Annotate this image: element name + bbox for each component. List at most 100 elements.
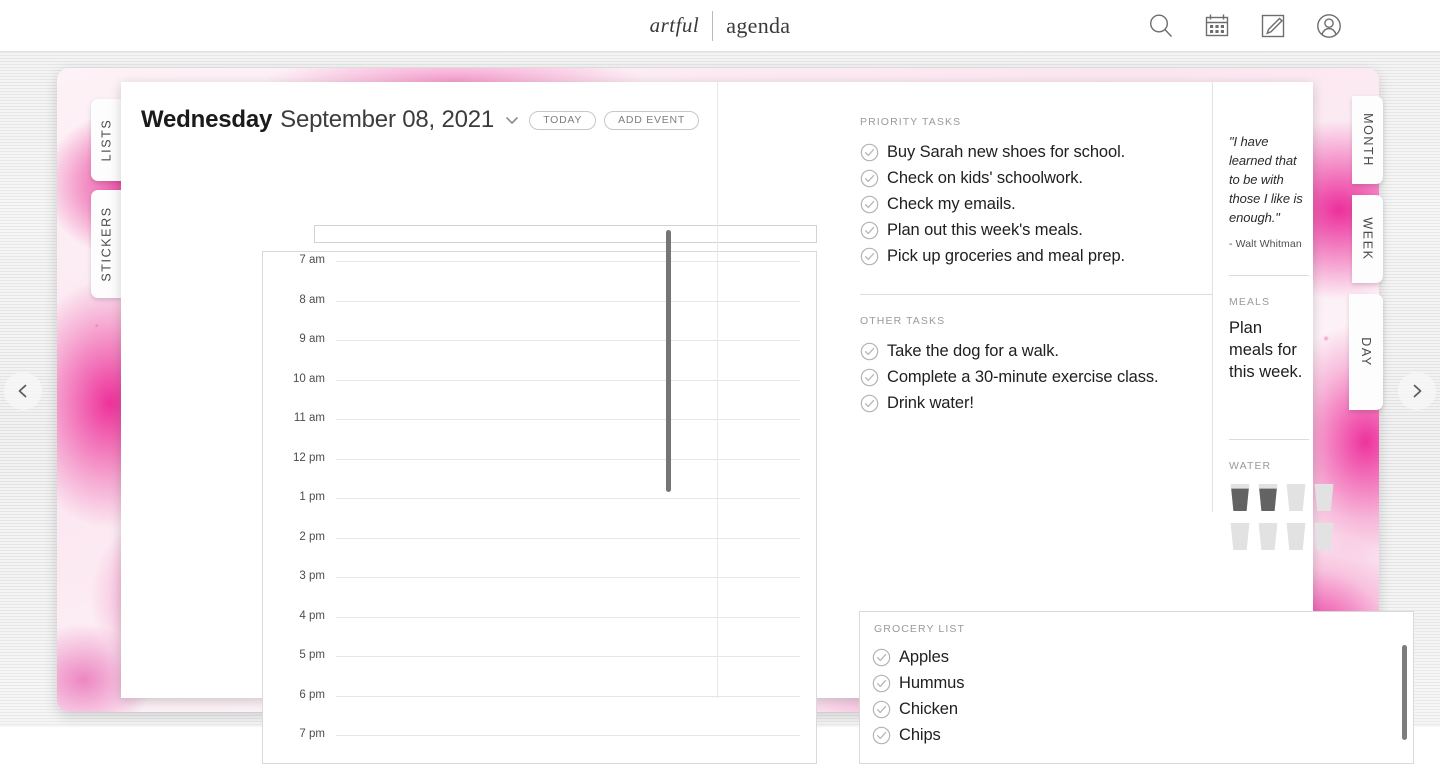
task-label: Pick up groceries and meal prep. [887, 246, 1126, 265]
glass-icon [1258, 523, 1278, 550]
task-item[interactable]: Take the dog for a walk. [860, 338, 1213, 364]
check-circle-icon[interactable] [860, 143, 879, 162]
water-tracker[interactable] [1229, 483, 1334, 556]
grocery-items-list: Apples Hummus Chicken Chips [872, 644, 965, 748]
day-name: Wednesday [141, 106, 273, 133]
time-slot[interactable]: 7 pm [263, 728, 816, 763]
search-icon[interactable] [1146, 11, 1176, 41]
time-slot-label: 6 pm [299, 688, 325, 701]
add-event-button[interactable]: ADD EVENT [604, 110, 699, 130]
water-glass-filled[interactable] [1229, 483, 1251, 517]
time-slot-label: 4 pm [299, 609, 325, 622]
daily-quote-author: - Walt Whitman [1229, 238, 1302, 250]
time-slot-line [336, 735, 800, 736]
water-label: WATER [1229, 460, 1272, 472]
other-tasks-list: Take the dog for a walk. Complete a 30-mi… [860, 338, 1213, 416]
water-glass-empty[interactable] [1313, 483, 1335, 517]
task-label: Check on kids' schoolwork. [887, 168, 1083, 187]
glass-icon [1286, 523, 1306, 550]
priority-tasks-label: PRIORITY TASKS [860, 116, 962, 128]
planner-page: Wednesday September 08, 2021 TODAY ADD E… [121, 82, 1414, 764]
check-circle-icon[interactable] [872, 648, 891, 667]
task-item[interactable]: Check my emails. [860, 191, 1213, 217]
time-slot-label: 2 pm [299, 530, 325, 543]
check-circle-icon[interactable] [860, 195, 879, 214]
schedule-scrollbar[interactable] [666, 230, 671, 492]
day-header-buttons: TODAY ADD EVENT [529, 110, 699, 130]
edit-icon[interactable] [1258, 11, 1288, 41]
grocery-item-label: Chips [899, 725, 941, 744]
today-button[interactable]: TODAY [529, 110, 597, 130]
check-circle-icon[interactable] [872, 674, 891, 693]
task-item[interactable]: Complete a 30-minute exercise class. [860, 364, 1213, 390]
top-bar-icons [1146, 0, 1344, 52]
task-item[interactable]: Plan out this week's meals. [860, 217, 1213, 243]
glass-icon [1314, 484, 1334, 511]
priority-tasks-list: Buy Sarah new shoes for school. Check on … [860, 139, 1213, 269]
calendar-icon[interactable] [1202, 11, 1232, 41]
task-label: Buy Sarah new shoes for school. [887, 142, 1126, 161]
time-slot-label: 11 am [293, 412, 325, 424]
task-label: Complete a 30-minute exercise class. [887, 367, 1159, 386]
chevron-left-icon [18, 384, 27, 398]
time-slot[interactable]: 6 pm [263, 689, 816, 736]
check-circle-icon[interactable] [860, 169, 879, 188]
side-tab-stickers-label: STICKERS [99, 206, 114, 282]
view-tab-day-label: DAY [1358, 337, 1373, 367]
check-circle-icon[interactable] [860, 342, 879, 361]
task-label: Plan out this week's meals. [887, 220, 1083, 239]
day-schedule-panel: Wednesday September 08, 2021 TODAY ADD E… [121, 82, 817, 764]
grocery-item[interactable]: Chips [872, 722, 964, 748]
grocery-item[interactable]: Hummus [872, 670, 965, 696]
view-tab-day[interactable]: DAY [1349, 294, 1383, 410]
task-label: Check my emails. [887, 194, 1016, 213]
sidebar-column: "I have learned that to be with those I … [1212, 82, 1334, 550]
logo-agenda-text: agenda [726, 12, 791, 38]
water-glass-empty[interactable] [1229, 522, 1251, 556]
logo-divider [712, 10, 714, 41]
check-circle-icon[interactable] [872, 726, 891, 745]
glass-icon [1230, 484, 1250, 511]
task-item[interactable]: Check on kids' schoolwork. [860, 165, 1213, 191]
time-slot-label: 7 pm [299, 728, 325, 740]
chevron-right-icon [1413, 384, 1422, 398]
previous-day-button[interactable] [4, 372, 42, 410]
side-tab-stickers[interactable]: STICKERS [91, 190, 122, 298]
tasks-divider [860, 294, 1213, 295]
view-tab-month-label: MONTH [1360, 113, 1375, 167]
time-slot-label: 10 am [293, 372, 325, 385]
time-slot-label: 8 am [299, 293, 325, 306]
water-glass-filled[interactable] [1257, 483, 1279, 517]
check-circle-icon[interactable] [860, 368, 879, 387]
next-day-button[interactable] [1398, 372, 1436, 410]
grocery-scrollbar[interactable] [1402, 645, 1407, 740]
view-tab-week[interactable]: WEEK [1352, 195, 1383, 283]
check-circle-icon[interactable] [872, 700, 891, 719]
water-glass-empty[interactable] [1313, 522, 1335, 556]
profile-icon[interactable] [1314, 11, 1344, 41]
task-item[interactable]: Buy Sarah new shoes for school. [860, 139, 1213, 165]
time-slot-label: 5 pm [299, 649, 325, 661]
date-dropdown-button[interactable] [504, 114, 520, 126]
water-glass-empty[interactable] [1285, 522, 1307, 556]
time-slot-label: 12 pm [293, 451, 325, 464]
day-date: September 08, 2021 [280, 106, 495, 133]
grocery-item-label: Apples [899, 647, 949, 666]
check-circle-icon[interactable] [860, 394, 879, 413]
check-circle-icon[interactable] [860, 221, 879, 240]
task-item[interactable]: Pick up groceries and meal prep. [860, 243, 1213, 269]
meals-label: MEALS [1229, 296, 1271, 308]
view-tab-month[interactable]: MONTH [1352, 96, 1383, 184]
water-glass-empty[interactable] [1257, 522, 1279, 556]
water-glass-empty[interactable] [1285, 483, 1307, 517]
top-bar: artful agenda [0, 0, 1440, 52]
time-slot-label: 9 am [299, 333, 325, 345]
check-circle-icon[interactable] [860, 247, 879, 266]
meals-text[interactable]: Plan meals for this week. [1229, 317, 1309, 383]
other-tasks-label: OTHER TASKS [860, 315, 946, 327]
side-tab-lists[interactable]: LISTS [91, 99, 122, 181]
grocery-item[interactable]: Apples [872, 644, 964, 670]
glass-icon [1314, 523, 1334, 550]
grocery-item[interactable]: Chicken [872, 696, 964, 722]
task-item[interactable]: Drink water! [860, 390, 1213, 416]
